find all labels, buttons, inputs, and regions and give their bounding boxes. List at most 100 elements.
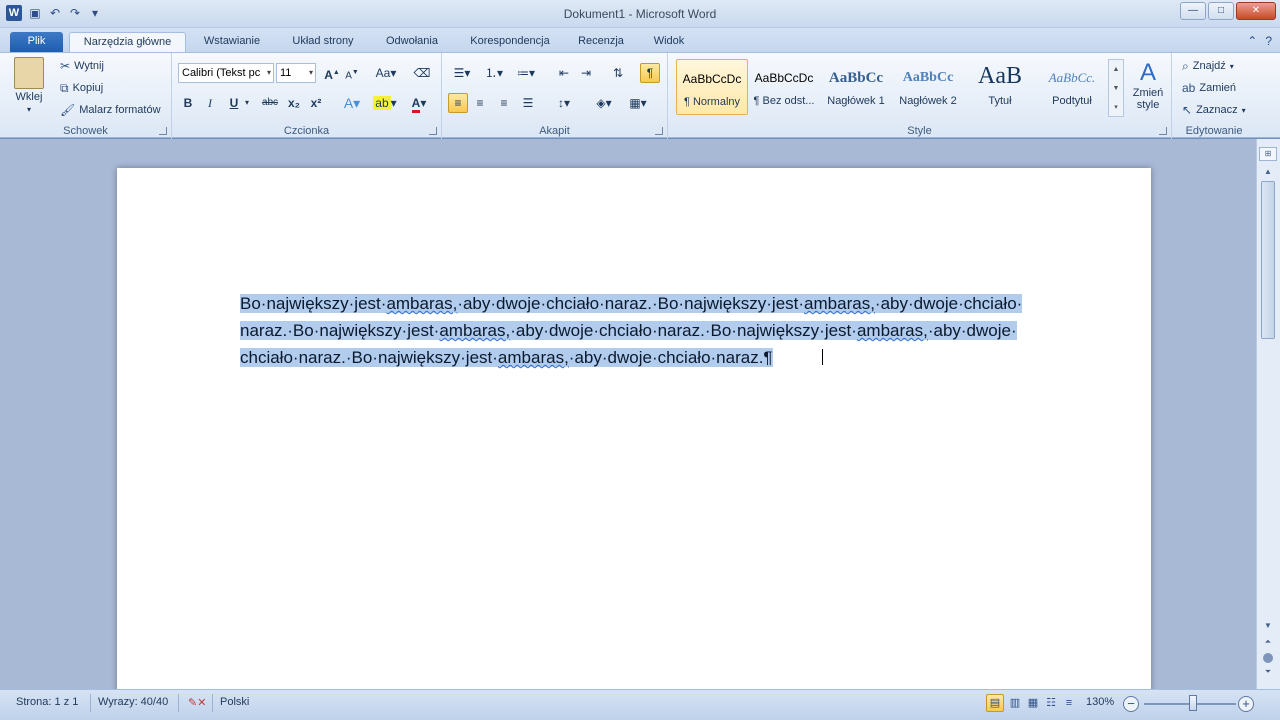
selection-highlight: chciało·naraz.·Bo·największy·jest·ambara… [240,348,773,367]
borders-icon[interactable]: ▦▾ [624,93,652,113]
group-label-clipboard: Schowek [63,125,108,137]
strikethrough-button[interactable]: abc [258,93,282,113]
tab-page-layout[interactable]: Układ strony [282,32,364,52]
style-title[interactable]: AaB Tytuł [964,59,1036,115]
proofing-icon[interactable]: ✎✕ [188,696,206,709]
ribbon-tabs: Plik Narzędzia główne Wstawianie Układ s… [0,28,1280,52]
superscript-button[interactable]: x² [306,93,326,113]
document-area: Bo·największy·jest·ambaras,·aby·dwoje·ch… [0,139,1256,689]
web-layout-icon[interactable]: ▦ [1024,694,1042,712]
tab-view[interactable]: Widok [644,32,694,52]
font-name-combo[interactable]: Calibri (Tekst pc ▾ [178,63,274,83]
find-button[interactable]: ⌕ Znajdź ▾ [1182,59,1234,73]
style-heading-1[interactable]: AaBbCc Nagłówek 1 [820,59,892,115]
change-styles-icon: A [1139,59,1156,86]
highlight-icon[interactable]: ab ▾ [370,93,400,113]
style-no-spacing[interactable]: AaBbCcDc ¶ Bez odst... [748,59,820,115]
zoom-in-icon[interactable]: + [1238,696,1254,712]
previous-page-icon[interactable]: ⏶ [1259,637,1277,651]
tab-home[interactable]: Narzędzia główne [69,32,186,52]
paragraph-launcher-icon[interactable] [655,127,663,135]
replace-button[interactable]: ab Zamień [1182,81,1236,95]
text-segment: ·aby·dwoje·chciało·naraz.·Bo·największy·… [510,321,857,340]
font-color-icon[interactable]: A▾ [404,93,434,113]
tab-references[interactable]: Odwołania [376,32,448,52]
bullets-icon[interactable]: ☰▾ [448,63,476,83]
align-left-icon[interactable]: ≡ [448,93,468,113]
scroll-thumb[interactable] [1261,181,1275,339]
zoom-out-icon[interactable]: − [1123,696,1139,712]
selected-paragraph[interactable]: Bo·największy·jest·ambaras,·aby·dwoje·ch… [240,290,1030,371]
scroll-up-icon[interactable]: ▲ [1259,165,1277,179]
font-size-combo[interactable]: 11 ▾ [276,63,316,83]
full-screen-reading-icon[interactable]: ▥ [1006,694,1024,712]
vertical-scrollbar[interactable]: ⊞ ▲ ▼ ⏶ ⏷ [1256,139,1280,689]
style-normal[interactable]: AaBbCcDc ¶ Normalny [676,59,748,115]
numbering-icon[interactable]: ⒈▾ [480,63,508,83]
outline-icon[interactable]: ☷ [1042,694,1060,712]
language-indicator[interactable]: Polski [220,696,249,708]
tab-file[interactable]: Plik [10,32,63,52]
paste-icon [14,57,44,89]
bold-button[interactable]: B [178,93,198,113]
document-page[interactable]: Bo·największy·jest·ambaras,·aby·dwoje·ch… [117,168,1151,689]
style-heading-2[interactable]: AaBbCc Nagłówek 2 [892,59,964,115]
select-button[interactable]: ↖ Zaznacz ▾ [1182,103,1246,117]
tab-mailings[interactable]: Korespondencja [462,32,558,52]
align-center-icon[interactable]: ≡ [470,93,490,113]
tab-insert[interactable]: Wstawianie [196,32,268,52]
browse-object-icon[interactable] [1263,653,1273,663]
cut-button[interactable]: ✂ Wytnij [60,59,104,73]
sort-icon[interactable]: ⇅ [608,63,628,83]
paste-button[interactable]: Wklej ▾ [14,57,44,114]
draft-icon[interactable]: ≡ [1060,694,1078,712]
styles-launcher-icon[interactable] [1159,127,1167,135]
group-editing: ⌕ Znajdź ▾ ab Zamień ↖ Zaznacz ▾ Edytowani… [1172,53,1256,139]
help-icon[interactable]: ? [1265,34,1272,48]
underline-dropdown-icon[interactable]: ▾ [242,93,252,113]
styles-more-icon[interactable]: ▾ [1109,98,1123,117]
zoom-slider-thumb[interactable] [1189,695,1198,711]
styles-down-icon[interactable]: ▼ [1109,79,1123,98]
show-marks-button[interactable]: ¶ [640,63,660,83]
page-count[interactable]: Strona: 1 z 1 [16,696,78,708]
underline-button[interactable]: U [224,93,244,113]
styles-up-icon[interactable]: ▲ [1109,60,1123,79]
ruler-toggle-icon[interactable]: ⊞ [1259,147,1277,161]
styles-scroll[interactable]: ▲ ▼ ▾ [1108,59,1124,117]
multilevel-list-icon[interactable]: ≔▾ [512,63,540,83]
align-right-icon[interactable]: ≡ [494,93,514,113]
maximize-button[interactable]: □ [1208,2,1234,20]
subscript-button[interactable]: x₂ [284,93,304,113]
word-count[interactable]: Wyrazy: 40/40 [98,696,168,708]
next-page-icon[interactable]: ⏷ [1259,667,1277,681]
tab-review[interactable]: Recenzja [572,32,630,52]
selection-highlight: naraz.·Bo·największy·jest·ambaras,·aby·d… [240,321,1017,340]
format-painter-button[interactable]: 🖌 Malarz formatów [60,103,161,117]
text-cursor-icon [822,349,828,365]
font-launcher-icon[interactable] [429,127,437,135]
print-layout-icon[interactable]: ▤ [986,694,1004,712]
selection-highlight: Bo·największy·jest·ambaras,·aby·dwoje·ch… [240,294,1023,313]
decrease-indent-icon[interactable]: ⇤ [554,63,574,83]
grow-font-button[interactable]: A▲ [322,63,342,83]
style-subtitle[interactable]: AaBbCc. Podtytuł [1036,59,1108,115]
zoom-level[interactable]: 130% [1086,696,1114,708]
justify-icon[interactable]: ☰ [518,93,538,113]
close-button[interactable]: ✕ [1236,2,1276,20]
copy-button[interactable]: ⧉ Kopiuj [60,81,103,95]
group-clipboard: Wklej ▾ ✂ Wytnij ⧉ Kopiuj 🖌 Malarz forma… [0,53,172,139]
increase-indent-icon[interactable]: ⇥ [576,63,596,83]
shrink-font-button[interactable]: A▼ [342,63,362,83]
clipboard-launcher-icon[interactable] [159,127,167,135]
clear-formatting-icon[interactable]: ⌫ [412,63,432,83]
minimize-ribbon-icon[interactable]: ⌃ [1247,34,1257,48]
italic-button[interactable]: I [200,93,220,113]
line-spacing-icon[interactable]: ↕▾ [550,93,578,113]
change-case-button[interactable]: Aa▾ [372,63,400,83]
change-styles-button[interactable]: A Zmień style [1128,59,1168,111]
shading-icon[interactable]: ◈▾ [590,93,618,113]
scroll-down-icon[interactable]: ▼ [1259,621,1277,635]
text-effects-icon[interactable]: A▾ [338,93,366,113]
minimize-button[interactable]: — [1180,2,1206,20]
